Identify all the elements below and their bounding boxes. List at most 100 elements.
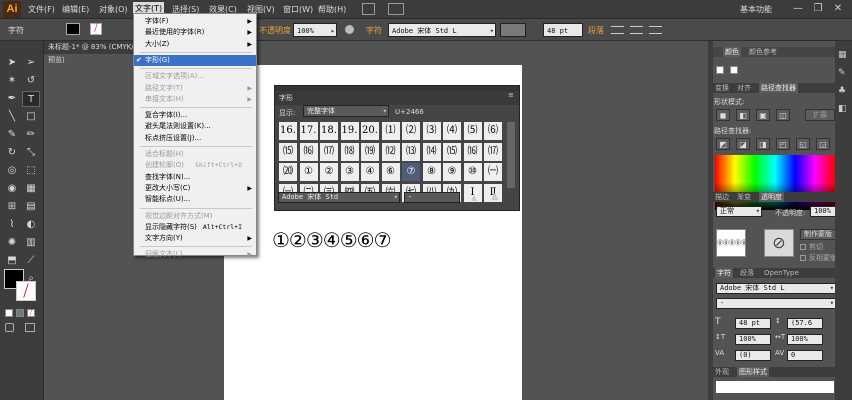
glyph-cell[interactable]: ⑿	[381, 142, 400, 161]
make-mask-button[interactable]: 制作蒙版	[800, 229, 836, 240]
type-menu-item[interactable]: 文字方向(Y) ▶	[134, 233, 256, 244]
eyedropper-icon[interactable]: ⌇	[3, 217, 21, 233]
show-select[interactable]: 完整字体 ▾	[303, 105, 389, 117]
brushes-icon[interactable]: ✎	[838, 68, 846, 78]
merge-button[interactable]: ◨	[756, 138, 770, 150]
menu-object[interactable]: 对象(O)	[99, 3, 128, 17]
tab-graphic-styles[interactable]: 图形样式	[737, 367, 769, 377]
font-family-field[interactable]: Adobe 宋体 Std L ▾	[388, 23, 496, 37]
type-menu-item[interactable]: 智能标点(U)...	[134, 194, 256, 205]
stroke-color-box[interactable]: ⧸	[16, 281, 36, 301]
unite-button[interactable]: ◼	[716, 109, 730, 121]
line-tool-icon[interactable]: ╲	[3, 109, 21, 125]
glyph-cell[interactable]: 19.	[340, 122, 359, 140]
graph-tool-icon[interactable]: ▥	[22, 235, 40, 251]
type-menu-item[interactable]: 字体(F) ▶	[134, 16, 256, 27]
gradient-mode-icon[interactable]	[16, 309, 24, 317]
scale-tool-icon[interactable]: ⤡	[22, 145, 40, 161]
glyph-cell[interactable]: ③	[340, 163, 359, 181]
swatches-icon[interactable]: ▦	[838, 50, 847, 60]
glyph-cell[interactable]: ④	[361, 163, 379, 181]
document-tab[interactable]: 未标题-1* @ 83% (CMYK/预览)	[44, 41, 134, 64]
tab-color[interactable]: 颜色	[723, 47, 741, 57]
char-style-select[interactable]: - ▾	[716, 298, 836, 309]
slice-tool-icon[interactable]: ⟋	[22, 253, 40, 269]
symbols-icon[interactable]: ♣	[838, 86, 846, 96]
arrange-docs-icon[interactable]	[388, 3, 404, 15]
horizontal-scale-field[interactable]: 100%	[787, 334, 823, 345]
tab-align[interactable]: 对齐	[737, 83, 751, 93]
char-size-field[interactable]: 48 pt	[735, 318, 771, 329]
warp-tool-icon[interactable]: ◎	[3, 163, 21, 179]
tab-transform[interactable]: 变换	[715, 83, 729, 93]
glyph-cell[interactable]: ⒃	[463, 142, 482, 161]
align-left-icon[interactable]	[611, 26, 624, 34]
menu-window[interactable]: 窗口(W)	[283, 3, 313, 17]
glyph-cell[interactable]: ⑷	[443, 122, 461, 140]
glyph-cell[interactable]: ⒁	[422, 142, 441, 161]
glyph-cell[interactable]: ⑵	[402, 122, 420, 140]
tab-appearance[interactable]: 外观	[715, 367, 729, 377]
glyph-cell[interactable]: ⒇	[279, 163, 297, 181]
close-button[interactable]: ✕	[830, 2, 846, 16]
glyph-font-select[interactable]: Adobe 宋体 Std ▾	[278, 192, 400, 203]
glyph-cell[interactable]: ⑦	[402, 163, 420, 181]
screen-mode-icon[interactable]	[25, 323, 35, 332]
stroke-swatch[interactable]: ⧸	[90, 23, 102, 35]
glyph-cell[interactable]: ⒂	[279, 142, 297, 161]
glyph-cell[interactable]: ②	[320, 163, 338, 181]
blend-mode-select[interactable]: 正常 ▾	[716, 206, 762, 217]
font-size-field[interactable]: 48 pt	[543, 23, 583, 37]
tab-opentype[interactable]: OpenType	[764, 268, 799, 278]
outline-button[interactable]: ◱	[796, 138, 810, 150]
type-menu-item[interactable]: 更改大小写(C) ▶	[134, 183, 256, 194]
color-mode-icon[interactable]	[5, 309, 13, 317]
vertical-scale-field[interactable]: 100%	[735, 334, 771, 345]
opacity-field[interactable]: 100% ▸	[293, 23, 337, 37]
perspective-grid-icon[interactable]: ▦	[22, 181, 40, 197]
pencil-icon[interactable]: ✏	[22, 127, 40, 143]
type-menu-item[interactable]: 避头尾法则设置(K)...	[134, 121, 256, 132]
glyph-cell[interactable]: ⑩	[463, 163, 482, 181]
glyph-cell[interactable]: ⒀	[402, 142, 420, 161]
artboard-text[interactable]: ①②③④⑤⑥⑦	[272, 228, 392, 252]
tab-stroke[interactable]: 描边	[715, 192, 729, 202]
symbol-sprayer-icon[interactable]: ✺	[3, 235, 21, 251]
glyph-cell[interactable]: ⑸	[463, 122, 482, 140]
leading-field[interactable]: (57.6	[787, 318, 823, 329]
align-right-icon[interactable]	[649, 26, 662, 34]
recolor-icon[interactable]	[345, 25, 354, 34]
exclude-button[interactable]: ◫	[776, 109, 790, 121]
crop-button[interactable]: ◰	[776, 138, 790, 150]
opacity-panel-field[interactable]: 100%	[810, 206, 836, 217]
rectangle-tool-icon[interactable]: □	[22, 109, 40, 125]
fill-swatch[interactable]	[66, 23, 80, 35]
bridge-icon[interactable]	[362, 3, 375, 15]
fill-mini-swatch[interactable]	[716, 66, 724, 74]
artboard-tool-icon[interactable]: ⬒	[3, 253, 21, 269]
glyph-cell[interactable]: ①	[299, 163, 318, 181]
font-style-field[interactable]	[500, 23, 526, 37]
minus-front-button[interactable]: ◧	[736, 109, 750, 121]
paintbrush-icon[interactable]: ✎	[3, 127, 21, 143]
glyph-cell[interactable]: ㈠	[484, 163, 502, 181]
draw-mode-icon[interactable]	[5, 323, 14, 332]
none-mode-icon[interactable]: ⧸	[27, 309, 35, 317]
expand-button[interactable]: 扩展	[805, 109, 835, 121]
glyph-cell[interactable]: 20.	[361, 122, 379, 140]
glyph-cell[interactable]: ⒄	[320, 142, 338, 161]
mesh-tool-icon[interactable]: ⊞	[3, 199, 21, 215]
invert-mask-checkbox[interactable]	[800, 255, 806, 261]
layers-icon[interactable]: ◧	[838, 104, 847, 114]
menu-help[interactable]: 帮助(H)	[318, 3, 346, 17]
glyph-cell[interactable]: ⑶	[422, 122, 441, 140]
type-menu-item[interactable]: 复合字体(I)...	[134, 110, 256, 121]
char-font-select[interactable]: Adobe 宋体 Std L ▾	[716, 283, 836, 294]
type-menu-item[interactable]: ✔ 字形(G)	[134, 54, 256, 66]
pen-tool-icon[interactable]: ✒	[3, 91, 21, 107]
menu-edit[interactable]: 编辑(E)	[62, 3, 89, 17]
tab-gradient[interactable]: 渐变	[737, 192, 751, 202]
glyph-style-select[interactable]: -	[404, 192, 460, 203]
divide-button[interactable]: ◩	[716, 138, 730, 150]
stroke-mini-swatch[interactable]	[730, 66, 738, 74]
